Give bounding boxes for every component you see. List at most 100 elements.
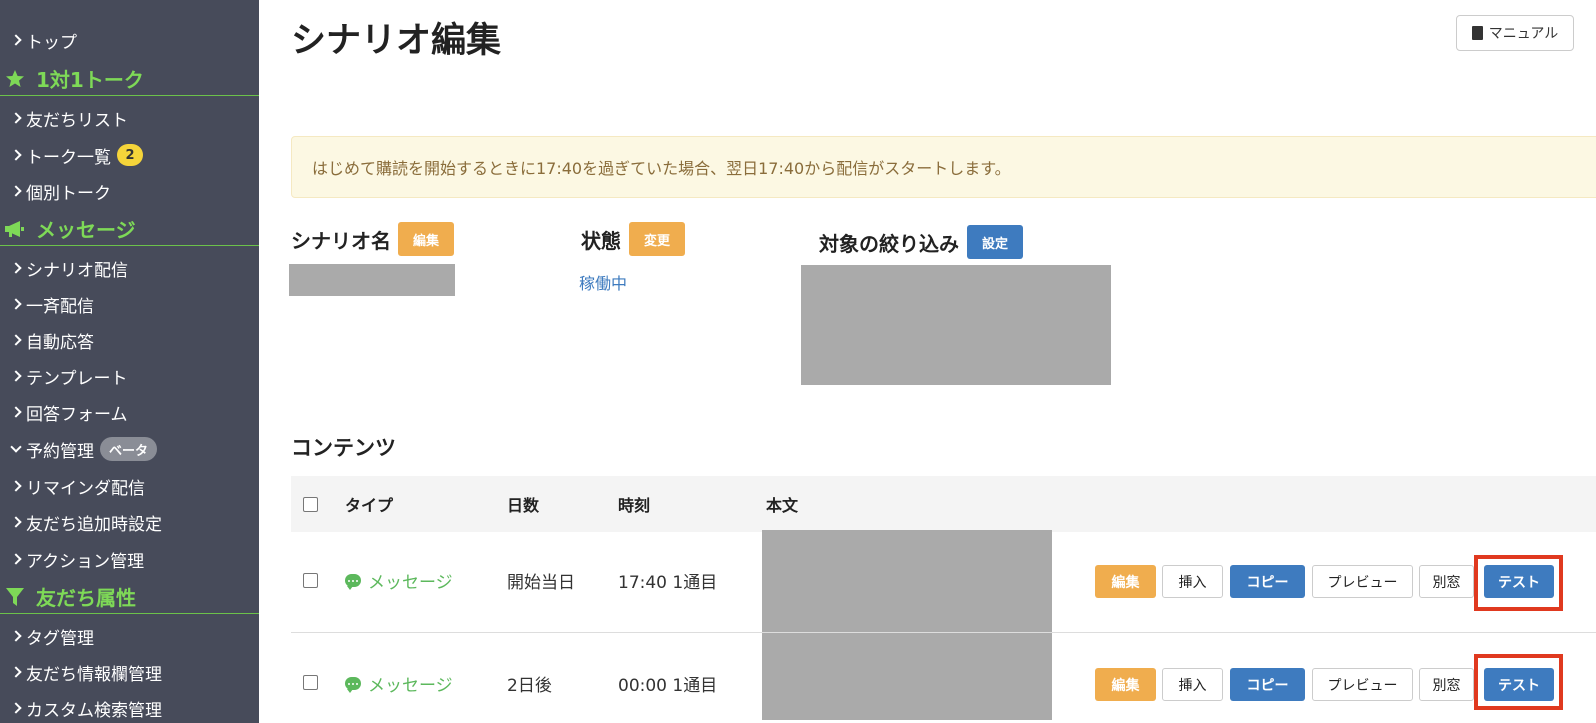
- sidebar-item-label: アクション管理: [26, 551, 145, 572]
- chevron-down-icon: [10, 441, 22, 453]
- chevron-right-icon: [10, 406, 22, 418]
- sidebar-item-label: 友だち情報欄管理: [26, 664, 162, 685]
- sidebar-item-label: リマインダ配信: [26, 478, 145, 499]
- sidebar-item-tags[interactable]: タグ管理: [10, 622, 94, 650]
- chevron-right-icon: [10, 34, 22, 46]
- sidebar-item-label: トップ: [26, 32, 77, 53]
- chevron-right-icon: [10, 112, 22, 124]
- table-header: タイプ 日数 時刻 本文: [291, 476, 1596, 532]
- highlight-frame: [1474, 555, 1563, 611]
- chevron-right-icon: [10, 370, 22, 382]
- sidebar-item-custom-search[interactable]: カスタム検索管理: [10, 694, 162, 722]
- type-cell[interactable]: メッセージ: [345, 568, 453, 593]
- sidebar-item-individual-talk[interactable]: 個別トーク: [10, 177, 111, 205]
- sidebar-item-reminder[interactable]: リマインダ配信: [10, 472, 145, 500]
- sidebar-item-label: 自動応答: [26, 332, 94, 353]
- sidebar-item-template[interactable]: テンプレート: [10, 362, 128, 390]
- highlight-frame: [1474, 654, 1563, 710]
- sidebar-item-top[interactable]: トップ: [10, 26, 77, 54]
- chevron-right-icon: [10, 185, 22, 197]
- column-time: 時刻: [618, 496, 651, 515]
- sidebar-item-label: シナリオ配信: [26, 260, 128, 281]
- sidebar-item-reservation[interactable]: 予約管理 ベータ: [10, 435, 158, 463]
- chat-bubble-icon: [345, 677, 361, 693]
- chevron-right-icon: [10, 298, 22, 310]
- sidebar-item-action[interactable]: アクション管理: [10, 545, 145, 573]
- manual-button-label: マニュアル: [1488, 26, 1559, 42]
- filter-settings-button[interactable]: 設定: [967, 225, 1023, 259]
- sidebar-item-label: 一斉配信: [26, 296, 94, 317]
- preview-button[interactable]: プレビュー: [1312, 668, 1413, 701]
- time-cell: 17:40 1通目: [618, 573, 718, 593]
- chat-bubble-icon: [345, 574, 361, 590]
- sidebar-item-label: カスタム検索管理: [26, 700, 162, 721]
- sidebar-section-message: メッセージ: [0, 212, 259, 246]
- chevron-right-icon: [10, 666, 22, 678]
- sidebar: トップ 1対1トーク 友だちリスト トーク一覧 2 個別トーク メッセージ シナ…: [0, 0, 259, 723]
- page-title: シナリオ編集: [291, 21, 502, 61]
- sidebar-item-label: 回答フォーム: [26, 404, 128, 425]
- type-label: メッセージ: [368, 573, 453, 593]
- day-cell: 2日後: [507, 676, 552, 696]
- sidebar-section-friend-attr: 友だち属性: [0, 580, 259, 614]
- sidebar-section-label: 友だち属性: [36, 586, 136, 610]
- contents-title: コンテンツ: [291, 436, 396, 460]
- sidebar-section-label: メッセージ: [36, 218, 136, 242]
- open-window-button[interactable]: 別窓: [1419, 565, 1474, 598]
- main-content: シナリオ編集 マニュアル はじめて購読を開始するときに17:40を過ぎていた場合…: [259, 0, 1596, 723]
- sidebar-item-friend-info[interactable]: 友だち情報欄管理: [10, 658, 162, 686]
- status-label: 状態: [581, 228, 621, 253]
- filter-redacted: [801, 265, 1111, 385]
- change-status-button[interactable]: 変更: [629, 222, 685, 256]
- sidebar-item-talk-list[interactable]: トーク一覧 2: [10, 141, 143, 169]
- time-cell: 00:00 1通目: [618, 676, 718, 696]
- chevron-right-icon: [10, 516, 22, 528]
- sidebar-item-auto-reply[interactable]: 自動応答: [10, 326, 94, 354]
- copy-button[interactable]: コピー: [1230, 668, 1305, 701]
- sidebar-section-label: 1対1トーク: [36, 68, 144, 92]
- select-all-checkbox[interactable]: [303, 497, 318, 512]
- filter-field: 対象の絞り込み 設定: [819, 225, 1023, 259]
- table-row: メッセージ 開始当日 17:40 1通目 編集 挿入 コピー プレビュー 別窓 …: [291, 532, 1596, 630]
- chevron-right-icon: [10, 149, 22, 161]
- manual-button[interactable]: マニュアル: [1456, 15, 1574, 51]
- sidebar-item-add-friend-settings[interactable]: 友だち追加時設定: [10, 508, 162, 536]
- insert-button[interactable]: 挿入: [1162, 565, 1223, 598]
- type-cell[interactable]: メッセージ: [345, 671, 453, 696]
- copy-button[interactable]: コピー: [1230, 565, 1305, 598]
- scenario-name-field: シナリオ名 編集: [291, 222, 454, 256]
- sidebar-item-label: 友だちリスト: [26, 110, 128, 131]
- edit-scenario-name-button[interactable]: 編集: [398, 222, 454, 256]
- scenario-name-redacted: [289, 264, 455, 296]
- notice-alert: はじめて購読を開始するときに17:40を過ぎていた場合、翌日17:40から配信が…: [291, 136, 1596, 198]
- sidebar-item-label: 予約管理: [26, 441, 94, 462]
- edit-button[interactable]: 編集: [1095, 565, 1156, 598]
- table-row: メッセージ 2日後 00:00 1通目 編集 挿入 コピー プレビュー 別窓 テ…: [291, 633, 1596, 723]
- chevron-right-icon: [10, 553, 22, 565]
- edit-button[interactable]: 編集: [1095, 668, 1156, 701]
- sidebar-section-talk: 1対1トーク: [0, 62, 259, 96]
- sidebar-item-label: 個別トーク: [26, 183, 111, 204]
- chevron-right-icon: [10, 480, 22, 492]
- filter-label: 対象の絞り込み: [819, 231, 959, 256]
- row-checkbox[interactable]: [303, 573, 318, 588]
- sidebar-item-form[interactable]: 回答フォーム: [10, 398, 128, 426]
- insert-button[interactable]: 挿入: [1162, 668, 1223, 701]
- star-icon: [4, 68, 26, 90]
- sidebar-item-label: テンプレート: [26, 368, 128, 389]
- day-cell: 開始当日: [507, 573, 575, 593]
- chevron-right-icon: [10, 702, 22, 714]
- book-icon: [1471, 26, 1483, 40]
- status-value[interactable]: 稼働中: [579, 270, 627, 294]
- sidebar-item-friends-list[interactable]: 友だちリスト: [10, 104, 128, 132]
- column-body: 本文: [766, 496, 799, 515]
- sidebar-item-label: トーク一覧: [26, 147, 111, 168]
- beta-badge: ベータ: [100, 437, 158, 461]
- sidebar-item-scenario[interactable]: シナリオ配信: [10, 254, 128, 282]
- open-window-button[interactable]: 別窓: [1419, 668, 1474, 701]
- preview-button[interactable]: プレビュー: [1312, 565, 1413, 598]
- sidebar-item-broadcast[interactable]: 一斉配信: [10, 290, 94, 318]
- row-checkbox[interactable]: [303, 675, 318, 690]
- chevron-right-icon: [10, 334, 22, 346]
- megaphone-icon: [4, 218, 26, 240]
